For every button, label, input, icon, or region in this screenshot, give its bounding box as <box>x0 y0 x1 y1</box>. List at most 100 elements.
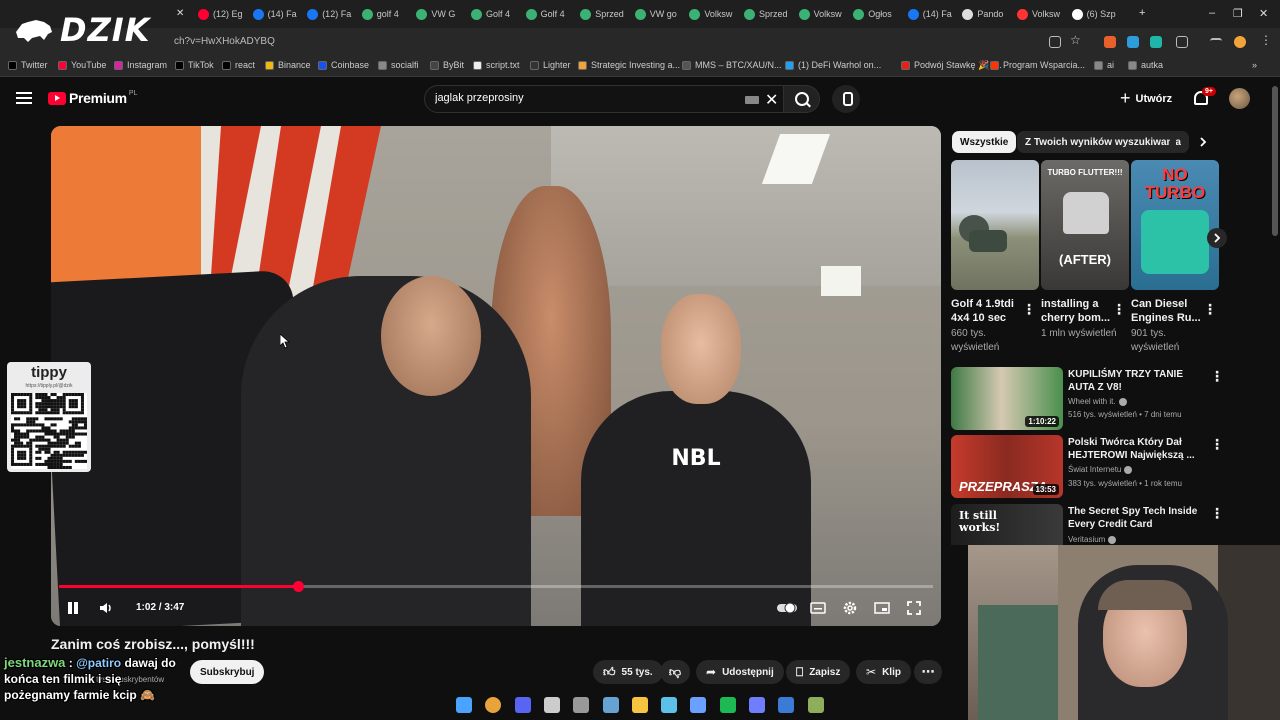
app-icon[interactable] <box>778 697 795 713</box>
menu-icon[interactable] <box>16 92 32 104</box>
chip-from-search[interactable]: Z Twoich wyników wyszukiwania <box>1017 131 1189 153</box>
more-options-icon[interactable] <box>1210 436 1224 453</box>
related-thumbnail[interactable]: It still works! <box>951 504 1063 545</box>
url-text[interactable]: ch?v=HwXHokADYBQ <box>174 36 275 47</box>
youtube-logo[interactable]: Premium PL <box>48 90 137 106</box>
maximize-icon[interactable]: ❐ <box>1233 7 1243 20</box>
profile-avatar[interactable] <box>1234 36 1246 48</box>
subtitles-icon[interactable] <box>810 600 826 616</box>
file-explorer-icon[interactable] <box>631 697 648 713</box>
extension-icon[interactable] <box>1104 36 1116 48</box>
extensions-puzzle-icon[interactable] <box>1176 36 1188 48</box>
more-options-icon[interactable] <box>1210 505 1224 522</box>
related-channel[interactable]: Świat Internetu <box>1068 464 1203 475</box>
minimize-icon[interactable]: – <box>1209 7 1215 19</box>
keyboard-icon[interactable] <box>745 96 759 104</box>
steam-icon[interactable] <box>602 697 619 713</box>
browser-tab[interactable]: (12) Fa <box>307 4 356 24</box>
related-thumbnail[interactable]: PRZEPRASZA 13:53 <box>951 435 1063 498</box>
more-options-icon[interactable] <box>1210 368 1224 385</box>
address-bar[interactable]: ch?v=HwXHokADYBQ ☆ ⋮ <box>0 28 1280 56</box>
browser-tab[interactable]: Sprzed <box>580 4 629 24</box>
search-box[interactable]: ✕ <box>424 85 784 113</box>
save-button[interactable]: ⎕ Zapisz <box>786 660 851 684</box>
like-button[interactable]: 👍︎ 55 tys. <box>593 660 663 684</box>
pause-icon[interactable] <box>66 601 80 615</box>
obs-icon[interactable] <box>573 697 590 713</box>
browser-tab[interactable]: Volksw <box>1017 4 1066 24</box>
short-thumbnail[interactable] <box>951 160 1039 290</box>
browser-tab[interactable]: Pando <box>962 4 1011 24</box>
more-options-icon[interactable] <box>1203 301 1217 318</box>
search-button[interactable] <box>784 85 820 113</box>
browser-tab[interactable]: golf 4 <box>361 4 411 24</box>
windows-start-icon[interactable] <box>456 697 472 713</box>
mic-icon[interactable] <box>832 85 860 113</box>
browser-tab[interactable]: Sprzed <box>744 4 793 24</box>
create-button[interactable]: + Utwórz <box>1120 88 1172 109</box>
short-title[interactable]: installing a cherry bom... <box>1041 297 1121 325</box>
short-thumbnail[interactable]: NO TURBO <box>1131 160 1219 290</box>
more-actions-button[interactable]: ⋯ <box>914 660 942 684</box>
cursor-app-icon[interactable] <box>661 697 678 713</box>
browser-tab[interactable]: (14) Fa <box>252 4 302 24</box>
browser-tab[interactable]: Volksw <box>689 4 738 24</box>
autoplay-toggle-icon[interactable] <box>776 600 798 616</box>
miniplayer-icon[interactable] <box>874 600 890 616</box>
browser-tab[interactable]: Golf 4 <box>525 4 575 24</box>
related-title[interactable]: Polski Twórca Który Dał HEJTEROWI Najwię… <box>1068 436 1203 462</box>
browser-tab[interactable]: Volksw <box>798 4 848 24</box>
related-title[interactable]: The Secret Spy Tech Inside Every Credit … <box>1068 505 1203 531</box>
clip-button[interactable]: ✂ Klip <box>856 660 911 684</box>
short-thumbnail[interactable]: TURBO FLUTTER!!! (AFTER) <box>1041 160 1129 290</box>
video-player[interactable]: NBL 1:02 / 3:47 <box>51 126 941 626</box>
browser-tab[interactable]: (6) Szp <box>1071 4 1121 24</box>
app-icon[interactable] <box>807 697 824 713</box>
browser-tab[interactable]: Ogłos <box>853 4 902 24</box>
bookmark-item[interactable]: MMS – BTC/XAU/N... <box>682 60 782 70</box>
dislike-button[interactable]: 👎︎ <box>660 660 690 684</box>
extension-icon[interactable] <box>1127 36 1139 48</box>
app-icon[interactable] <box>543 697 560 713</box>
browser-tab[interactable]: (12) Eg <box>198 4 247 24</box>
shorts-next-icon[interactable] <box>1207 228 1227 248</box>
browser-tab[interactable]: VW G <box>416 4 465 24</box>
bookmark-item[interactable]: Coinbase <box>318 60 369 70</box>
bookmark-item[interactable]: Program Wsparcia... <box>990 60 1085 70</box>
progress-bar[interactable] <box>59 581 933 592</box>
bookmark-item[interactable]: socialfi <box>378 60 419 70</box>
tab-close-icon[interactable]: ✕ <box>176 8 184 19</box>
more-options-icon[interactable] <box>1112 301 1126 318</box>
related-title[interactable]: KUPILIŚMY TRZY TANIE AUTA Z V8! <box>1068 368 1203 394</box>
avatar[interactable] <box>1229 88 1250 109</box>
clear-icon[interactable]: ✕ <box>765 90 778 110</box>
fullscreen-icon[interactable] <box>906 600 922 616</box>
new-tab-icon[interactable]: + <box>1139 7 1145 19</box>
bookmark-item[interactable]: Binance <box>265 60 311 70</box>
bookmark-item[interactable]: autka <box>1128 60 1163 70</box>
close-window-icon[interactable]: ✕ <box>1259 7 1268 20</box>
bookmark-item[interactable]: YouTube <box>58 60 106 70</box>
app-icon[interactable] <box>749 697 765 713</box>
chip-all[interactable]: Wszystkie <box>952 131 1017 153</box>
install-icon[interactable] <box>1049 36 1061 48</box>
browser-tab[interactable]: Golf 4 <box>471 4 520 24</box>
bookmark-item[interactable]: ai <box>1094 60 1114 70</box>
app-icon[interactable] <box>690 697 707 713</box>
bookmark-item[interactable]: Strategic Investing a... <box>578 60 680 70</box>
browser-tab[interactable]: (14) Fa <box>907 4 957 24</box>
spotify-icon[interactable] <box>719 697 736 713</box>
bookmark-item[interactable]: Twitter <box>8 60 48 70</box>
bookmark-item[interactable]: Lighter <box>530 60 571 70</box>
menu-icon[interactable]: ⋮ <box>1260 33 1272 47</box>
bookmark-item[interactable]: Instagram <box>114 60 167 70</box>
browser-tab[interactable]: VW go <box>634 4 684 24</box>
bookmark-item[interactable]: (1) DeFi Warhol on... <box>785 60 881 70</box>
short-title[interactable]: Can Diesel Engines Ru... <box>1131 297 1211 325</box>
page-scrollbar[interactable] <box>1272 86 1278 236</box>
related-channel[interactable]: Wheel with it. <box>1068 396 1203 407</box>
settings-icon[interactable] <box>842 600 858 616</box>
chevron-right-icon[interactable] <box>1197 136 1209 148</box>
bookmark-item[interactable]: ByBit <box>430 60 464 70</box>
volume-icon[interactable] <box>98 600 114 616</box>
